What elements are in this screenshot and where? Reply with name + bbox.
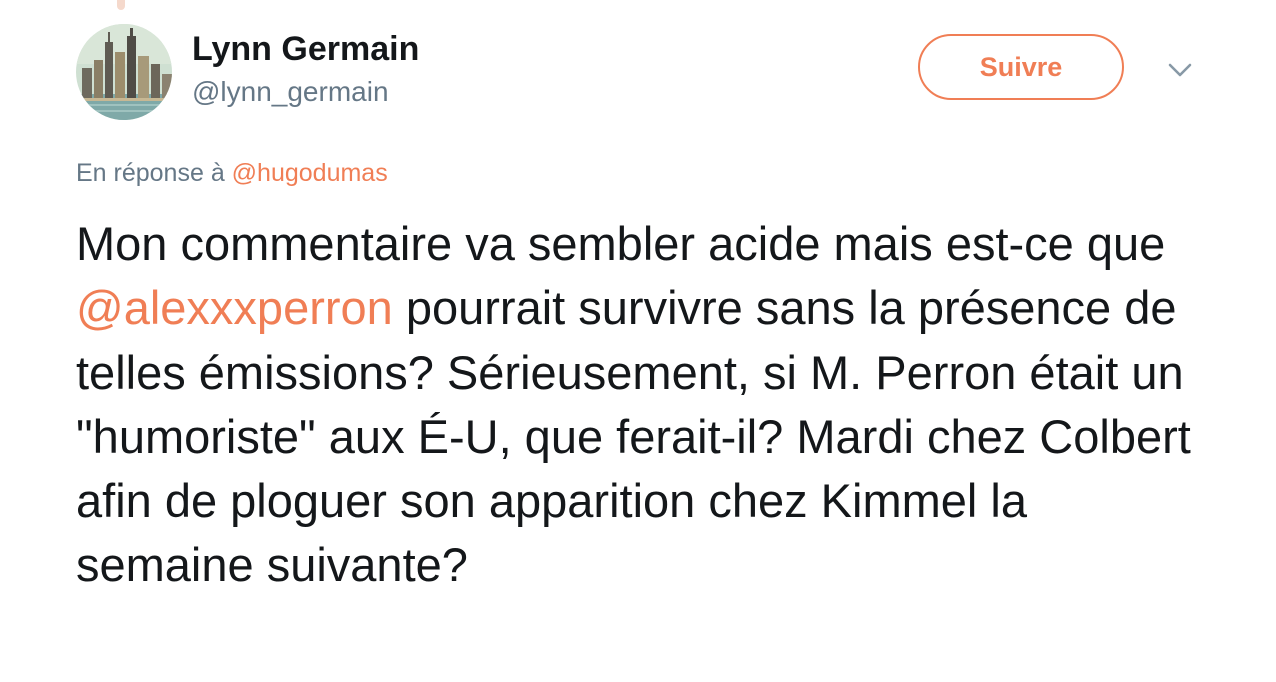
author-handle[interactable]: @lynn_germain	[192, 76, 389, 108]
tweet-mention-link[interactable]: @alexxxperron	[76, 281, 393, 334]
author-name[interactable]: Lynn Germain	[192, 30, 419, 69]
reply-prefix: En réponse à	[76, 159, 232, 187]
reply-context: En réponse à @hugodumas	[76, 159, 388, 188]
tweet-text: Mon commentaire va sembler acide mais es…	[76, 212, 1196, 598]
reply-mention-link[interactable]: @hugodumas	[232, 159, 388, 187]
chevron-down-icon[interactable]	[1166, 56, 1194, 84]
thread-line	[117, 0, 125, 10]
avatar[interactable]	[76, 24, 172, 120]
tweet-text-part: Mon commentaire va sembler acide mais es…	[76, 217, 1179, 270]
city-skyline-avatar-image	[76, 24, 172, 120]
follow-button[interactable]: Suivre	[918, 34, 1124, 100]
